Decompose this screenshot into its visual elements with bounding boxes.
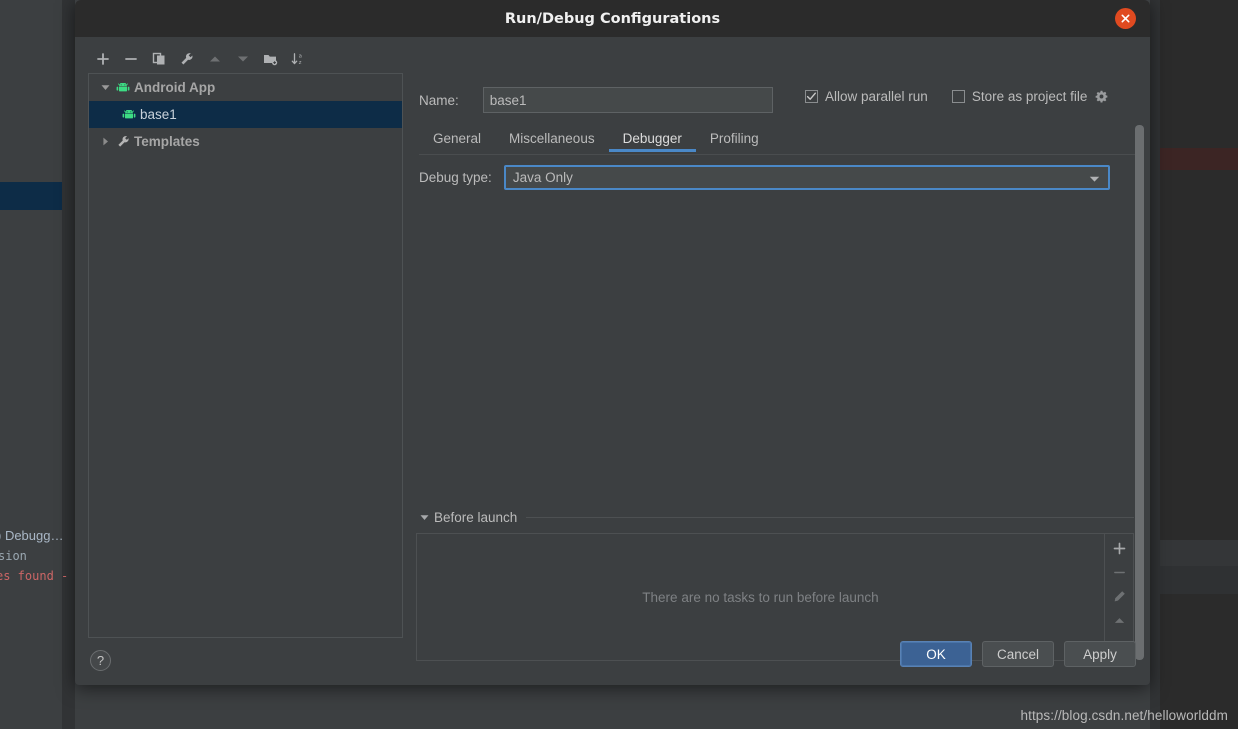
android-icon <box>119 109 139 120</box>
cancel-button[interactable]: Cancel <box>981 641 1054 667</box>
debug-type-value: Java Only <box>512 170 573 185</box>
tree-item-label: base1 <box>140 107 177 122</box>
background-right-row <box>1160 566 1238 594</box>
wrench-icon <box>113 135 133 148</box>
store-as-project-file-checkbox[interactable]: Store as project file <box>951 89 1109 104</box>
config-options: Allow parallel run Store as project file <box>805 89 1108 104</box>
dialog-body: a z Android App base1 Templates ? Name: … <box>75 37 1150 685</box>
apply-button[interactable]: Apply <box>1064 641 1136 667</box>
content-scrollbar[interactable] <box>1135 125 1144 660</box>
dialog-footer: OK Cancel Apply <box>899 641 1136 667</box>
dialog-title: Run/Debug Configurations <box>504 10 721 27</box>
pencil-icon[interactable] <box>1107 586 1131 607</box>
before-launch-header: Before launch <box>416 510 1134 525</box>
ok-button[interactable]: OK <box>899 641 972 667</box>
tab-miscellaneous[interactable]: Miscellaneous <box>495 125 609 152</box>
checkbox-label: Store as project file <box>971 89 1088 104</box>
chevron-right-icon[interactable] <box>97 137 113 146</box>
checkbox-label: Allow parallel run <box>825 89 928 104</box>
background-right-row <box>1160 540 1238 566</box>
new-folder-button[interactable] <box>258 47 283 71</box>
task-move-up-button[interactable] <box>1107 610 1131 631</box>
run-debug-configurations-dialog: Run/Debug Configurations a z Android App… <box>75 0 1150 685</box>
configurations-tree[interactable]: Android App base1 Templates <box>88 73 403 638</box>
name-row: Name: <box>419 87 773 113</box>
before-launch-rule <box>526 517 1134 518</box>
remove-configuration-button[interactable] <box>118 47 143 71</box>
settings-tabs: General Miscellaneous Debugger Profiling <box>419 125 1131 153</box>
tree-item-templates[interactable]: Templates <box>89 128 402 155</box>
chevron-down-icon[interactable] <box>416 513 432 522</box>
dialog-titlebar: Run/Debug Configurations <box>75 0 1150 37</box>
add-task-button[interactable] <box>1107 538 1131 559</box>
checkbox-box <box>805 90 818 103</box>
chevron-down-icon[interactable] <box>97 83 113 92</box>
tree-item-label: Templates <box>134 134 200 149</box>
watermark: https://blog.csdn.net/helloworlddm <box>1020 708 1228 723</box>
svg-text:z: z <box>299 60 302 66</box>
svg-text:a: a <box>299 54 302 60</box>
move-down-button[interactable] <box>230 47 255 71</box>
name-input[interactable] <box>482 87 773 113</box>
tab-debugger[interactable]: Debugger <box>608 125 696 152</box>
tree-item-android-app[interactable]: Android App <box>89 74 402 101</box>
wrench-icon[interactable] <box>174 47 199 71</box>
background-error-highlight <box>1160 148 1238 170</box>
background-gutter <box>62 0 75 729</box>
move-up-button[interactable] <box>202 47 227 71</box>
debug-type-label: Debug type: <box>419 170 492 185</box>
debug-type-row: Debug type: Java Only <box>419 165 1110 190</box>
allow-parallel-run-checkbox[interactable]: Allow parallel run <box>805 89 928 104</box>
background-text-line: ) Debugg… <box>0 528 64 543</box>
add-configuration-button[interactable] <box>90 47 115 71</box>
tabs-divider <box>419 154 1135 155</box>
tree-toolbar: a z <box>90 46 420 72</box>
debug-type-select[interactable]: Java Only <box>503 165 1110 190</box>
background-editor-left <box>0 0 62 729</box>
chevron-down-icon[interactable] <box>1089 168 1100 187</box>
gear-icon[interactable] <box>1095 90 1108 103</box>
background-text-line: sion <box>0 549 27 563</box>
tree-item-label: Android App <box>134 80 216 95</box>
close-icon[interactable] <box>1115 8 1136 29</box>
background-right-panel <box>1150 0 1238 729</box>
tree-item-base1[interactable]: base1 <box>89 101 402 128</box>
help-button[interactable]: ? <box>90 650 111 671</box>
name-label: Name: <box>419 92 459 108</box>
tab-profiling[interactable]: Profiling <box>696 125 773 152</box>
remove-task-button[interactable] <box>1107 562 1131 583</box>
background-right-strip <box>1150 0 1160 729</box>
before-launch-title: Before launch <box>434 510 518 525</box>
android-icon <box>113 82 133 93</box>
background-text-line: es found - <box>0 569 69 583</box>
sort-alphabetically-button[interactable]: a z <box>286 47 311 71</box>
copy-configuration-button[interactable] <box>146 47 171 71</box>
checkbox-box <box>951 90 965 103</box>
tab-general[interactable]: General <box>419 125 495 152</box>
